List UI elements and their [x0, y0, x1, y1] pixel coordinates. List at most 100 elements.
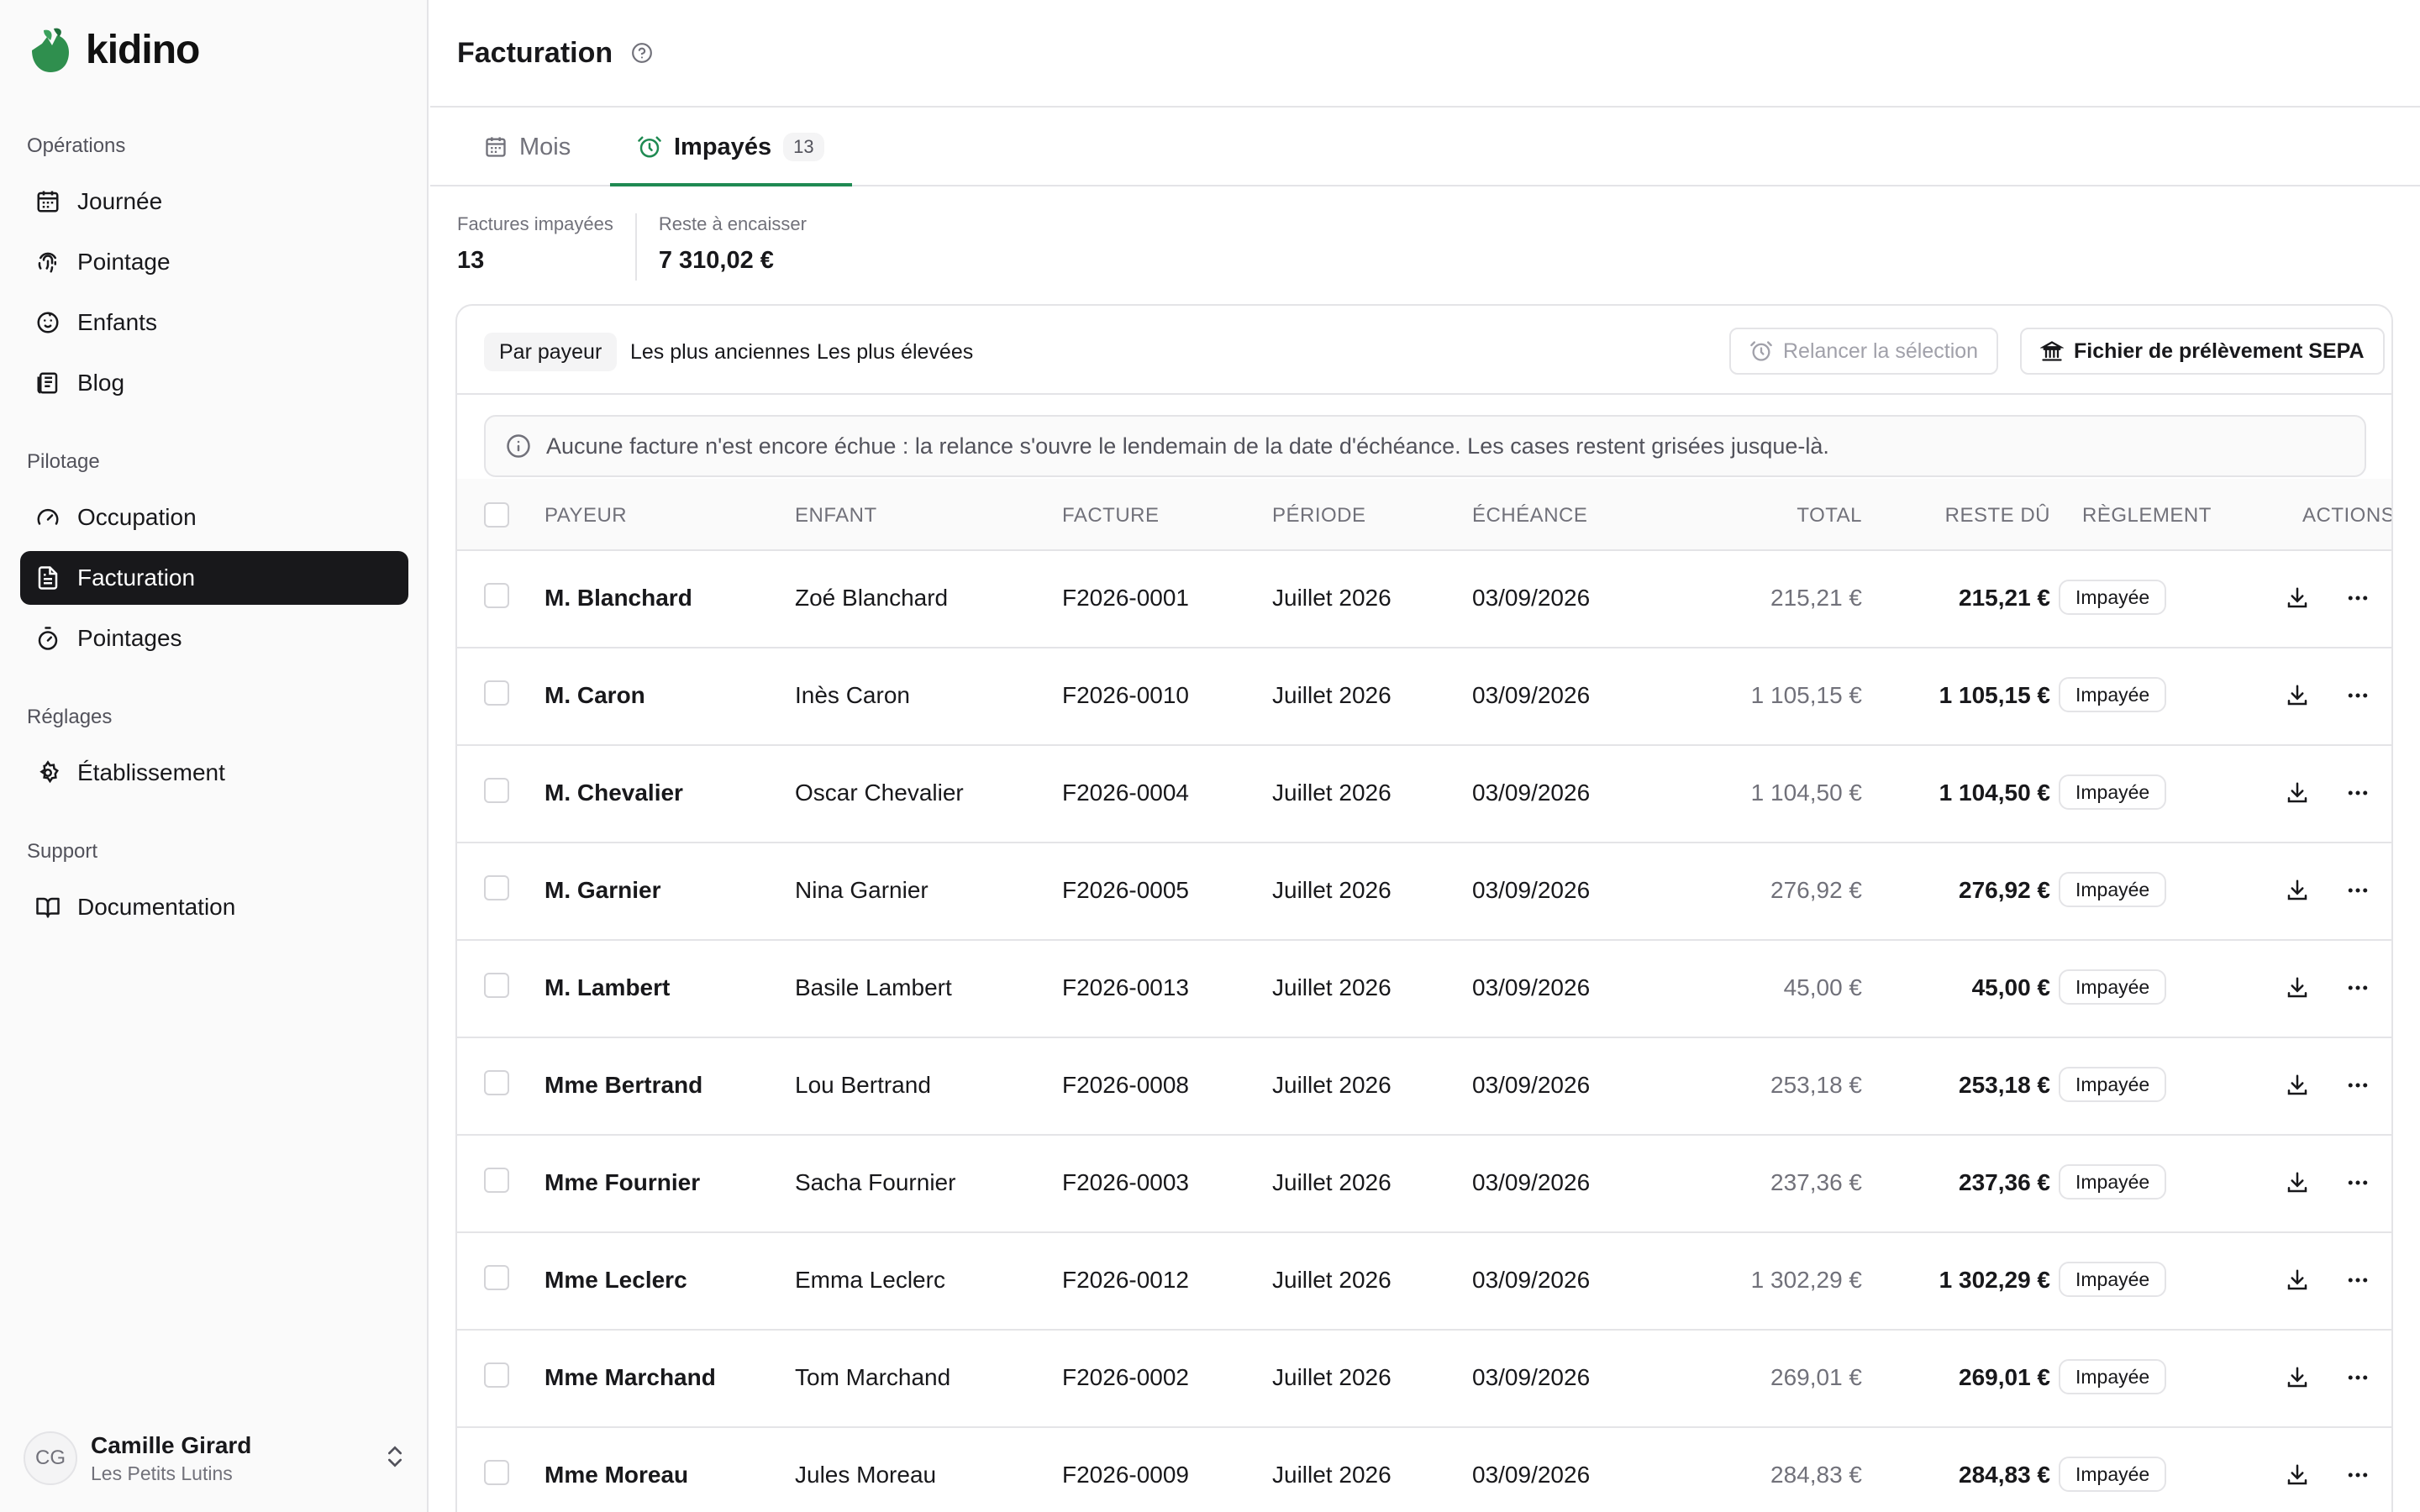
- calendar-icon: [484, 135, 508, 159]
- more-options-icon[interactable]: [2343, 973, 2373, 1003]
- page-title: Facturation: [457, 36, 613, 69]
- sort-oldest[interactable]: Les plus anciennes: [615, 333, 825, 371]
- table-row[interactable]: Mme Leclerc Emma Leclerc F2026-0012 Juil…: [457, 1233, 2391, 1331]
- more-options-icon[interactable]: [2343, 875, 2373, 906]
- nav-group-reglages: Réglages: [27, 706, 113, 728]
- column-header[interactable]: ENFANT: [795, 504, 877, 528]
- remaining-cell: 276,92 €: [1959, 877, 2050, 903]
- download-icon[interactable]: [2282, 1460, 2312, 1490]
- download-icon[interactable]: [2282, 1168, 2312, 1198]
- more-options-icon[interactable]: [2343, 1460, 2373, 1490]
- sidebar-item-label: Pointages: [77, 625, 182, 651]
- table-row[interactable]: M. Chevalier Oscar Chevalier F2026-0004 …: [457, 746, 2391, 843]
- table-row[interactable]: Mme Bertrand Lou Bertrand F2026-0008 Jui…: [457, 1038, 2391, 1136]
- invoice-cell[interactable]: F2026-0010: [1062, 682, 1189, 709]
- column-header[interactable]: FACTURE: [1062, 504, 1160, 528]
- invoice-cell[interactable]: F2026-0009: [1062, 1462, 1189, 1488]
- due-date-cell: 03/09/2026: [1472, 1072, 1591, 1098]
- sidebar-item-etablissement[interactable]: Établissement: [20, 746, 408, 800]
- column-header[interactable]: TOTAL: [1694, 504, 1862, 528]
- column-header[interactable]: PAYEUR: [544, 504, 627, 528]
- tab-impayes[interactable]: Impayés 13: [637, 108, 824, 186]
- table-row[interactable]: Mme Marchand Tom Marchand F2026-0002 Jui…: [457, 1331, 2391, 1428]
- remind-selection-button[interactable]: Relancer la sélection: [1729, 328, 1999, 375]
- row-checkbox[interactable]: [484, 1265, 509, 1290]
- row-checkbox[interactable]: [484, 1460, 509, 1485]
- status-badge: Impayée: [2059, 1359, 2167, 1394]
- more-options-icon[interactable]: [2343, 1362, 2373, 1393]
- invoice-cell[interactable]: F2026-0012: [1062, 1267, 1189, 1294]
- column-header[interactable]: RESTE DÛ: [1882, 504, 2050, 528]
- sidebar-item-pointage[interactable]: Pointage: [20, 235, 408, 289]
- row-checkbox[interactable]: [484, 1070, 509, 1095]
- row-checkbox[interactable]: [484, 583, 509, 608]
- download-icon[interactable]: [2282, 973, 2312, 1003]
- invoice-cell[interactable]: F2026-0001: [1062, 585, 1189, 612]
- more-options-icon[interactable]: [2343, 778, 2373, 808]
- tab-mois[interactable]: Mois: [484, 108, 571, 186]
- sidebar-item-journee[interactable]: Journée: [20, 175, 408, 228]
- tab-label: Impayés: [674, 133, 772, 160]
- row-checkbox[interactable]: [484, 875, 509, 900]
- column-header[interactable]: PÉRIODE: [1272, 504, 1366, 528]
- more-options-icon[interactable]: [2343, 1168, 2373, 1198]
- invoice-cell[interactable]: F2026-0013: [1062, 974, 1189, 1001]
- download-icon[interactable]: [2282, 1265, 2312, 1295]
- sidebar-item-facturation[interactable]: Facturation: [20, 551, 408, 605]
- column-header[interactable]: RÈGLEMENT: [2082, 504, 2212, 528]
- download-icon[interactable]: [2282, 778, 2312, 808]
- download-icon[interactable]: [2282, 583, 2312, 613]
- invoice-cell[interactable]: F2026-0004: [1062, 780, 1189, 806]
- sidebar-item-documentation[interactable]: Documentation: [20, 880, 408, 934]
- child-cell: Sacha Fournier: [795, 1169, 956, 1195]
- row-checkbox[interactable]: [484, 1168, 509, 1193]
- invoice-cell[interactable]: F2026-0005: [1062, 877, 1189, 904]
- more-options-icon[interactable]: [2343, 680, 2373, 711]
- row-checkbox[interactable]: [484, 680, 509, 706]
- remaining-cell: 1 104,50 €: [1939, 780, 2050, 806]
- download-icon[interactable]: [2282, 875, 2312, 906]
- chevrons-up-down-icon[interactable]: [381, 1443, 408, 1470]
- period-cell: Juillet 2026: [1272, 1462, 1392, 1488]
- sort-by-payer[interactable]: Par payeur: [484, 333, 618, 371]
- table-row[interactable]: M. Caron Inès Caron F2026-0010 Juillet 2…: [457, 648, 2391, 746]
- table-row[interactable]: M. Blanchard Zoé Blanchard F2026-0001 Ju…: [457, 551, 2391, 648]
- table-row[interactable]: Mme Fournier Sacha Fournier F2026-0003 J…: [457, 1136, 2391, 1233]
- sidebar-item-pointages[interactable]: Pointages: [20, 612, 408, 665]
- sort-highest[interactable]: Les plus élevées: [802, 333, 988, 371]
- row-checkbox[interactable]: [484, 1362, 509, 1388]
- more-options-icon[interactable]: [2343, 1070, 2373, 1100]
- due-date-cell: 03/09/2026: [1472, 974, 1591, 1000]
- column-header[interactable]: ÉCHÉANCE: [1472, 504, 1587, 528]
- invoice-cell[interactable]: F2026-0002: [1062, 1364, 1189, 1391]
- row-checkbox[interactable]: [484, 778, 509, 803]
- download-icon[interactable]: [2282, 680, 2312, 711]
- due-date-cell: 03/09/2026: [1472, 585, 1591, 611]
- invoice-cell[interactable]: F2026-0008: [1062, 1072, 1189, 1099]
- table-row[interactable]: M. Garnier Nina Garnier F2026-0005 Juill…: [457, 843, 2391, 941]
- more-options-icon[interactable]: [2343, 583, 2373, 613]
- sidebar-item-occupation[interactable]: Occupation: [20, 491, 408, 544]
- sidebar-item-enfants[interactable]: Enfants: [20, 296, 408, 349]
- invoice-cell[interactable]: F2026-0003: [1062, 1169, 1189, 1196]
- download-icon[interactable]: [2282, 1362, 2312, 1393]
- help-icon[interactable]: [631, 42, 653, 64]
- total-cell: 215,21 €: [1770, 585, 1862, 611]
- sepa-file-button[interactable]: Fichier de prélèvement SEPA: [2020, 328, 2385, 375]
- notice-text: Aucune facture n'est encore échue : la r…: [546, 433, 1829, 459]
- child-cell: Jules Moreau: [795, 1462, 937, 1488]
- table-row[interactable]: Mme Moreau Jules Moreau F2026-0009 Juill…: [457, 1428, 2391, 1512]
- sidebar-item-blog[interactable]: Blog: [20, 356, 408, 410]
- more-options-icon[interactable]: [2343, 1265, 2373, 1295]
- table-row[interactable]: M. Lambert Basile Lambert F2026-0013 Jui…: [457, 941, 2391, 1038]
- brand-logo[interactable]: kidino: [25, 25, 200, 74]
- user-menu[interactable]: CG Camille Girard Les Petits Lutins: [24, 1426, 410, 1490]
- row-checkbox[interactable]: [484, 973, 509, 998]
- payer-cell: M. Lambert: [544, 974, 671, 1000]
- sidebar-item-label: Pointage: [77, 249, 171, 275]
- sidebar-item-label: Documentation: [77, 894, 236, 920]
- stats-summary: Factures impayées 13 Reste à encaisser 7…: [457, 213, 829, 281]
- period-cell: Juillet 2026: [1272, 974, 1392, 1000]
- download-icon[interactable]: [2282, 1070, 2312, 1100]
- select-all-checkbox[interactable]: [484, 502, 509, 528]
